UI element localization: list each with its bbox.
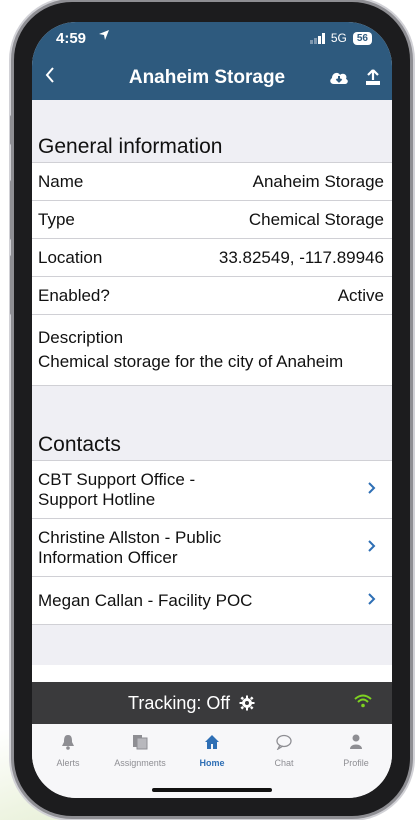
tab-label: Home [199, 758, 225, 768]
detail-row-enabled: Enabled? Active [32, 277, 392, 315]
contact-item[interactable]: CBT Support Office - Support Hotline [32, 461, 392, 519]
tab-home[interactable]: Home [176, 732, 248, 768]
section-spacer [32, 100, 392, 128]
chevron-right-icon [367, 589, 376, 612]
status-indicators: 5G 56 [309, 31, 372, 45]
tracking-label: Tracking: Off [128, 693, 231, 713]
phone-side-button [10, 115, 14, 145]
navigation-bar: Anaheim Storage [32, 56, 392, 100]
contact-name-line: Megan Callan - Facility POC [38, 590, 253, 610]
tab-label: Chat [274, 758, 294, 768]
app-screen: 4:59 5G 56 Anaheim Storage General infor… [32, 22, 392, 798]
tab-bar: Alerts Assignments Home Chat Profile [32, 724, 392, 798]
detail-label: Location [38, 247, 103, 267]
contact-name: CBT Support Office - Support Hotline [38, 470, 195, 510]
bell-icon [32, 732, 104, 752]
assignments-icon [104, 732, 176, 752]
tracking-status: Tracking: Off [128, 693, 255, 714]
detail-value: 33.82549, -117.89946 [218, 247, 384, 267]
tab-label: Profile [343, 758, 369, 768]
person-icon [320, 732, 392, 752]
description-row: Description Chemical storage for the cit… [32, 315, 392, 386]
tab-profile[interactable]: Profile [320, 732, 392, 768]
section-spacer [32, 625, 392, 665]
detail-label: Name [38, 171, 84, 191]
contact-item[interactable]: Christine Allston - Public Information O… [32, 519, 392, 577]
detail-row-name: Name Anaheim Storage [32, 163, 392, 201]
tab-label: Alerts [56, 758, 80, 768]
phone-side-button [10, 180, 14, 240]
content-area: General information Name Anaheim Storage… [32, 100, 392, 665]
home-icon [176, 732, 248, 752]
contact-name-line: Christine Allston - Public [38, 527, 222, 547]
tab-chat[interactable]: Chat [248, 732, 320, 768]
contact-role-line: Information Officer [38, 547, 178, 567]
tracking-bar[interactable]: Tracking: Off [32, 682, 392, 724]
detail-label: Type [38, 209, 75, 229]
battery-icon: 56 [352, 31, 372, 45]
detail-value: Anaheim Storage [252, 171, 384, 191]
contacts-header: Contacts [32, 426, 392, 461]
network-label: 5G [330, 31, 347, 45]
detail-value: Chemical Storage [248, 209, 384, 229]
chevron-right-icon [367, 478, 376, 501]
home-indicator[interactable] [152, 788, 272, 792]
tab-alerts[interactable]: Alerts [32, 732, 104, 768]
cloud-download-icon[interactable] [328, 68, 348, 88]
location-arrow-icon [98, 29, 110, 44]
phone-side-button [10, 255, 14, 315]
chat-bubble-icon [248, 732, 320, 752]
chevron-right-icon [367, 536, 376, 559]
contact-name: Christine Allston - Public Information O… [38, 528, 221, 568]
general-info-header: General information [32, 128, 392, 163]
contact-name-line: CBT Support Office - [38, 469, 196, 489]
wifi-icon [354, 692, 372, 713]
contact-role-line: Support Hotline [38, 489, 156, 509]
status-time: 4:59 [56, 30, 87, 47]
detail-row-location[interactable]: Location 33.82549, -117.89946 [32, 239, 392, 277]
section-spacer [32, 386, 392, 426]
detail-row-type: Type Chemical Storage [32, 201, 392, 239]
upload-icon[interactable] [364, 68, 384, 88]
description-label: Description [38, 328, 124, 347]
detail-label: Enabled? [38, 285, 110, 305]
contact-item[interactable]: Megan Callan - Facility POC [32, 577, 392, 625]
gear-icon [239, 695, 255, 711]
tab-label: Assignments [114, 758, 166, 768]
status-bar: 4:59 5G 56 [32, 22, 392, 56]
contact-name: Megan Callan - Facility POC [38, 591, 252, 611]
tab-assignments[interactable]: Assignments [104, 732, 176, 768]
description-value: Chemical storage for the city of Anaheim [38, 352, 344, 371]
detail-value: Active [337, 285, 384, 305]
signal-icon [309, 32, 325, 44]
